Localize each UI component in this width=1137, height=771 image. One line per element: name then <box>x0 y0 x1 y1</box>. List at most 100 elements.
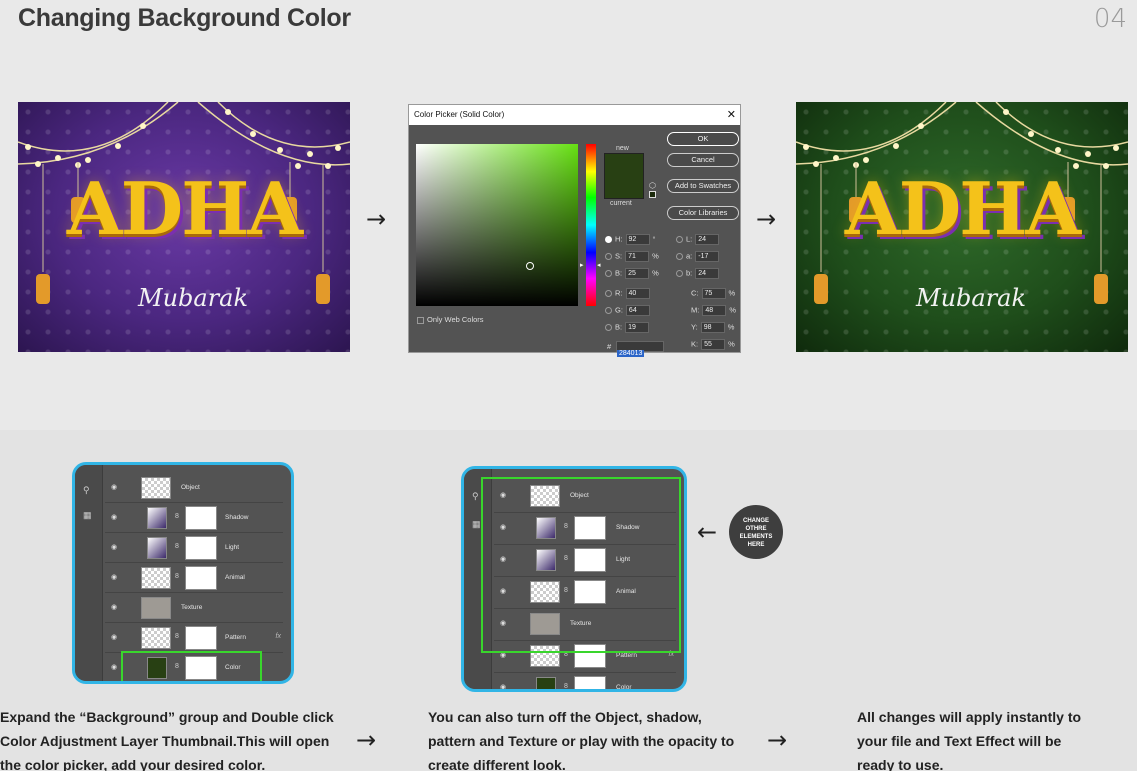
k-unit: % <box>728 339 735 349</box>
arrow-right-icon: → <box>756 205 777 233</box>
badge-line: ELEMENTS <box>739 534 773 540</box>
layer-thumbnail[interactable] <box>147 537 167 559</box>
m-input[interactable]: 48 <box>702 305 727 316</box>
h-radio[interactable] <box>605 236 612 243</box>
m-row: M: 48% <box>691 305 736 316</box>
link-icon: 8 <box>175 573 179 580</box>
fx-icon[interactable]: fx <box>276 633 281 640</box>
lab-b-radio[interactable] <box>676 270 683 277</box>
eye-icon[interactable]: ◉ <box>111 663 117 671</box>
layer-name: Pattern <box>225 634 246 641</box>
layer-thumbnail[interactable] <box>141 597 171 619</box>
hex-input[interactable]: 284013 <box>616 341 664 357</box>
page-title: Changing Background Color <box>18 4 351 32</box>
lab-l-input[interactable]: 24 <box>695 234 720 245</box>
h-input[interactable]: 92 <box>625 234 650 245</box>
lightbulb-icon[interactable]: ⚲ <box>472 491 479 502</box>
grid-icon[interactable]: ▦ <box>83 510 92 521</box>
layers-panel-2: ⚲ ▦ ◉ Object ◉ 8 Shadow ◉ 8 Light ◉ 8 Animal ◉ T… <box>461 466 687 692</box>
eye-icon[interactable]: ◉ <box>111 603 117 611</box>
b-unit: % <box>652 268 659 278</box>
g-input[interactable]: 64 <box>625 305 650 316</box>
rgb-b-radio[interactable] <box>605 324 612 331</box>
eye-icon[interactable]: ◉ <box>500 683 506 689</box>
s-input[interactable]: 71 <box>625 251 650 262</box>
hex-value: 284013 <box>617 350 645 357</box>
poster-subtitle: Mubarak <box>138 284 249 312</box>
lab-b-input[interactable]: 24 <box>695 268 720 279</box>
layer-shadow[interactable]: ◉ 8 Shadow <box>105 503 283 533</box>
s-unit: % <box>652 251 659 261</box>
layer-pattern[interactable]: ◉ 8 Pattern fx <box>105 623 283 653</box>
y-unit: % <box>727 322 735 332</box>
layer-color[interactable]: ◉ 8 Color <box>494 673 676 690</box>
eye-icon[interactable]: ◉ <box>111 633 117 641</box>
layer-thumbnail[interactable] <box>141 627 171 649</box>
layer-object[interactable]: ◉ Object <box>105 473 283 503</box>
cancel-button[interactable]: Cancel <box>667 153 739 167</box>
layer-animal[interactable]: ◉ 8 Animal <box>105 563 283 593</box>
dialog-title: Color Picker (Solid Color) <box>414 110 505 119</box>
link-icon: 8 <box>564 683 568 690</box>
layer-mask[interactable] <box>185 506 217 530</box>
lightbulb-icon[interactable]: ⚲ <box>83 485 90 496</box>
lab-l-radio[interactable] <box>676 236 683 243</box>
text-line: Expand the “Background” group and Double… <box>0 709 334 725</box>
grid-icon[interactable]: ▦ <box>472 519 481 530</box>
lab-a-row: a: -17 <box>676 251 722 262</box>
r-radio[interactable] <box>605 290 612 297</box>
text-line: All changes will apply instantly to <box>857 709 1082 725</box>
only-web-colors[interactable]: Only Web Colors <box>417 315 484 324</box>
color-marker[interactable] <box>526 262 534 270</box>
close-icon[interactable]: ✕ <box>727 105 736 125</box>
c-row: C: 75% <box>691 288 735 299</box>
poster-title: ADHA <box>844 166 1081 251</box>
layer-thumbnail[interactable] <box>141 477 171 499</box>
add-to-swatches-button[interactable]: Add to Swatches <box>667 179 739 193</box>
arrow-right-icon: → <box>366 205 387 233</box>
layers-panel-1: ⚲ ▦ ◉ Object ◉ 8 Shadow ◉ 8 Light ◉ 8 Animal ◉ T… <box>72 462 294 684</box>
badge-line: CHANGE <box>742 518 769 524</box>
layer-mask[interactable] <box>185 626 217 650</box>
layer-thumbnail[interactable] <box>141 567 171 589</box>
layer-thumbnail[interactable] <box>147 507 167 529</box>
eye-icon[interactable]: ◉ <box>111 513 117 521</box>
saturation-brightness-field[interactable] <box>416 144 578 306</box>
hue-slider[interactable] <box>586 144 596 306</box>
ok-button[interactable]: OK <box>667 132 739 146</box>
b-radio[interactable] <box>605 270 612 277</box>
step-2-description: You can also turn off the Object, shadow… <box>428 705 734 771</box>
lab-a-input[interactable]: -17 <box>695 251 720 262</box>
rgb-b-input[interactable]: 19 <box>625 322 650 333</box>
r-input[interactable]: 40 <box>625 288 650 299</box>
cube-icon[interactable]: ⬡ <box>649 181 656 190</box>
layer-light[interactable]: ◉ 8 Light <box>105 533 283 563</box>
eye-icon[interactable]: ◉ <box>111 483 117 491</box>
only-web-colors-checkbox[interactable] <box>417 316 424 324</box>
g-radio[interactable] <box>605 307 612 314</box>
color-fill-thumbnail[interactable] <box>536 677 556 689</box>
m-label: M: <box>691 305 700 315</box>
layer-name: Pattern <box>616 652 637 659</box>
link-icon: 8 <box>175 513 179 520</box>
lab-a-radio[interactable] <box>676 253 683 260</box>
c-input[interactable]: 75 <box>701 288 726 299</box>
layer-mask[interactable] <box>574 676 606 689</box>
hue-slider-handle-right[interactable]: ◂ <box>597 261 601 269</box>
layer-mask[interactable] <box>185 536 217 560</box>
layer-texture[interactable]: ◉ Texture <box>105 593 283 623</box>
eye-icon[interactable]: ◉ <box>111 573 117 581</box>
hue-slider-handle-left[interactable]: ▸ <box>580 261 584 269</box>
b-input[interactable]: 25 <box>625 268 650 279</box>
eye-icon[interactable]: ◉ <box>111 543 117 551</box>
change-elements-badge: CHANGE OTHRE ELEMENTS HERE <box>729 505 783 559</box>
layer-name: Animal <box>225 574 245 581</box>
layer-mask[interactable] <box>185 566 217 590</box>
web-safe-swatch[interactable] <box>649 191 656 198</box>
y-input[interactable]: 98 <box>700 322 725 333</box>
layer-name: Light <box>225 544 240 551</box>
s-radio[interactable] <box>605 253 612 260</box>
k-input[interactable]: 55 <box>701 339 726 350</box>
color-libraries-button[interactable]: Color Libraries <box>667 206 739 220</box>
text-line: ready to use. <box>857 757 944 771</box>
